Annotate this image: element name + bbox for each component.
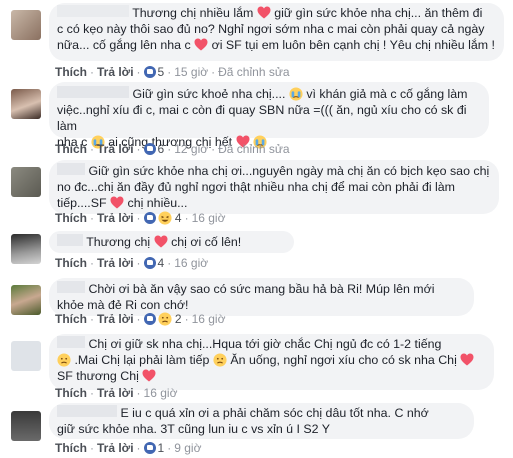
commenter-name[interactable] bbox=[57, 86, 129, 98]
comment-actions: Thích · Trả lời · 16 giờ bbox=[55, 386, 178, 400]
heart-emoji-icon bbox=[154, 235, 168, 248]
commenter-name[interactable] bbox=[57, 405, 117, 417]
like-link[interactable]: Thích bbox=[55, 312, 87, 326]
timestamp[interactable]: 9 giờ bbox=[174, 441, 201, 455]
comment-actions: Thích · Trả lời · 2 · 16 giờ bbox=[55, 312, 226, 326]
comment-text: giữ gìn sức khỏe nha chị... ăn thêm đi bbox=[274, 6, 483, 20]
like-link[interactable]: Thích bbox=[55, 211, 87, 225]
like-link[interactable]: Thích bbox=[55, 441, 87, 455]
like-count[interactable]: 5 bbox=[158, 65, 165, 79]
heart-emoji-icon bbox=[110, 196, 124, 209]
like-count[interactable]: 1 bbox=[158, 441, 165, 455]
sad-face-icon bbox=[57, 353, 71, 367]
like-count-icon bbox=[143, 442, 156, 454]
avatar[interactable] bbox=[11, 89, 41, 119]
comment-text: Ăn uống, nghỉ ngơi xíu cho có sk nha Chị bbox=[230, 353, 457, 367]
comment-bubble: Thương chị nhiều lắm giữ gìn sức khỏe nh… bbox=[49, 3, 504, 61]
timestamp[interactable]: 16 giờ bbox=[192, 312, 226, 326]
comment-text: .Mai Chị lại phải làm tiếp bbox=[74, 353, 210, 367]
comment-bubble: Thương chị chị ơi cố lên! bbox=[49, 231, 294, 253]
avatar[interactable] bbox=[11, 341, 41, 371]
sad-reaction-icon bbox=[158, 312, 172, 326]
like-count-icon bbox=[143, 143, 156, 155]
like-count-icon bbox=[143, 257, 156, 269]
commenter-name[interactable] bbox=[57, 336, 85, 348]
comment-text: SF thương Chị bbox=[57, 369, 139, 383]
avatar[interactable] bbox=[11, 285, 41, 315]
comment-text: c có kẹo này thôi sao đủ no? Nghỉ ngơi s… bbox=[57, 22, 485, 36]
comment-text: Thương chị nhiều lắm bbox=[132, 6, 254, 20]
like-link[interactable]: Thích bbox=[55, 386, 87, 400]
comment-bubble: Chời ơi bà ăn vậy sao có sức mang bầu hả… bbox=[49, 278, 474, 316]
like-count[interactable]: 4 bbox=[158, 256, 165, 270]
comment-bubble: Chị ơi giữ sk nha chị...Hqua tới giờ chắ… bbox=[49, 334, 494, 390]
comment-text: tiếp....SF bbox=[57, 196, 107, 210]
heart-emoji-icon bbox=[460, 353, 474, 366]
comment-text: chị ơi cố lên! bbox=[171, 235, 242, 249]
comment-text: Chời ơi bà ăn vậy sao có sức mang bầu hả… bbox=[88, 282, 435, 296]
avatar[interactable] bbox=[11, 411, 41, 441]
like-count[interactable]: 4 bbox=[175, 211, 182, 225]
comment-bubble: E iu c quá xỉn ơi a phải chăm sóc chị dâ… bbox=[49, 403, 474, 439]
crying-face-icon bbox=[289, 87, 303, 101]
sad-face-icon bbox=[213, 353, 227, 367]
reply-link[interactable]: Trả lời bbox=[97, 386, 134, 400]
like-count-icon bbox=[143, 66, 156, 78]
commenter-name[interactable] bbox=[57, 281, 85, 293]
like-count[interactable]: 6 bbox=[158, 142, 165, 156]
heart-emoji-icon bbox=[194, 38, 208, 51]
haha-reaction-icon bbox=[158, 211, 172, 225]
edited-label[interactable]: Đã chỉnh sửa bbox=[218, 142, 289, 156]
heart-emoji-icon bbox=[142, 369, 156, 382]
comment-text: ơi SF tụi em luôn bên cạnh chị ! Yêu chị… bbox=[211, 38, 495, 52]
timestamp[interactable]: 16 giờ bbox=[174, 256, 208, 270]
reply-link[interactable]: Trả lời bbox=[97, 211, 134, 225]
avatar[interactable] bbox=[11, 167, 41, 197]
reply-link[interactable]: Trả lời bbox=[97, 312, 134, 326]
avatar[interactable] bbox=[11, 234, 41, 264]
reply-link[interactable]: Trả lời bbox=[97, 65, 134, 79]
like-link[interactable]: Thích bbox=[55, 65, 87, 79]
timestamp[interactable]: 15 giờ bbox=[174, 65, 208, 79]
comment-text: Chị ơi giữ sk nha chị...Hqua tới giờ chắ… bbox=[88, 337, 442, 351]
comment-text: giữ sức khỏe nha. 3T cũng lun iu c vs xỉ… bbox=[57, 422, 331, 436]
comment-text: khỏe mà đẻ Ri con chớ! bbox=[57, 298, 189, 312]
comment-text: chị nhiều... bbox=[127, 196, 188, 210]
comment-text: việc..nghỉ xíu đi c, mai c còn đi quay S… bbox=[57, 103, 467, 133]
comment-bubble: Giữ gìn sức khỏe nha chị ơi...nguyên ngà… bbox=[49, 160, 499, 214]
like-count-icon bbox=[143, 313, 156, 325]
reply-link[interactable]: Trả lời bbox=[97, 256, 134, 270]
comment-text: Thương chị bbox=[86, 235, 151, 249]
comment-actions: Thích · Trả lời · 4 · 16 giờ bbox=[55, 256, 209, 270]
comment-actions: Thích · Trả lời · 1 · 9 giờ bbox=[55, 441, 202, 455]
comment-text: no đc...chị ăn đầy đủ nghỉ ngơi thật nhi… bbox=[57, 180, 456, 194]
commenter-name[interactable] bbox=[57, 234, 83, 246]
comment-actions: Thích · Trả lời · 4 · 16 giờ bbox=[55, 211, 226, 225]
avatar[interactable] bbox=[11, 10, 41, 40]
comment-bubble: Giữ gìn sức khoẻ nha chị.... vì khán giả… bbox=[49, 82, 489, 149]
like-count-icon bbox=[143, 212, 156, 224]
comment-actions: Thích · Trả lời · 5 · 15 giờ · Đã chỉnh sửa bbox=[55, 65, 290, 79]
comment-actions: Thích · Trả lời · 6 · 12 giờ · Đã chỉnh sửa bbox=[55, 142, 290, 156]
timestamp[interactable]: 16 giờ bbox=[144, 386, 178, 400]
timestamp[interactable]: 16 giờ bbox=[192, 211, 226, 225]
comment-text: Giữ gìn sức khoẻ nha chị.... bbox=[132, 87, 286, 101]
like-count[interactable]: 2 bbox=[175, 312, 182, 326]
edited-label[interactable]: Đã chỉnh sửa bbox=[218, 65, 289, 79]
reply-link[interactable]: Trả lời bbox=[97, 142, 134, 156]
commenter-name[interactable] bbox=[57, 163, 85, 175]
like-link[interactable]: Thích bbox=[55, 142, 87, 156]
like-link[interactable]: Thích bbox=[55, 256, 87, 270]
commenter-name[interactable] bbox=[57, 5, 129, 17]
timestamp[interactable]: 12 giờ bbox=[174, 142, 208, 156]
comment-text: Giữ gìn sức khỏe nha chị ơi...nguyên ngà… bbox=[88, 164, 490, 178]
reply-link[interactable]: Trả lời bbox=[97, 441, 134, 455]
comment-text: vì khán giả mà c cố gắng làm bbox=[306, 87, 468, 101]
comment-text: nữa... cố gắng lên nha c bbox=[57, 38, 191, 52]
heart-emoji-icon bbox=[257, 6, 271, 19]
comment-text: E iu c quá xỉn ơi a phải chăm sóc chị dâ… bbox=[120, 406, 429, 420]
